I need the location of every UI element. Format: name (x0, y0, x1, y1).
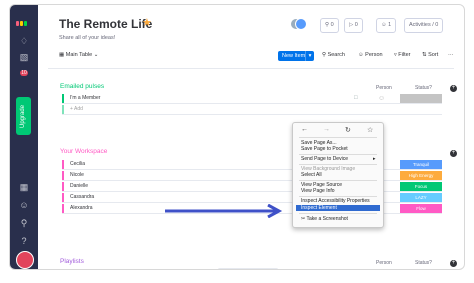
calendar-icon[interactable]: ▦ (17, 181, 31, 193)
browser-window: ♢ ▧ 10 Upgrade ▦ ☺ ⚲ ? The Remote Life ★… (9, 4, 465, 270)
add-column-button[interactable]: + (450, 85, 457, 92)
search-button[interactable]: ⚲ Search (322, 51, 345, 60)
left-rail: ♢ ▧ 10 Upgrade ▦ ☺ ⚲ ? (10, 5, 38, 269)
status-cell[interactable]: Flow (400, 204, 442, 213)
status-cell[interactable]: Tranquil (400, 160, 442, 169)
inbox-icon[interactable]: ▧ (17, 51, 31, 63)
menu-item-inspect-accessibility[interactable]: Inspect Accessibility Properties (301, 198, 370, 204)
group-title-playlists[interactable]: Playlists (60, 258, 84, 265)
bell-icon[interactable]: ♢ (17, 35, 31, 47)
pointer-arrow (165, 204, 283, 218)
board-area: The Remote Life ★ Share all of your idea… (38, 5, 464, 269)
group-title-emailed-pulses[interactable]: Emailed pulses (60, 83, 104, 90)
notification-badge: 10 (20, 70, 28, 76)
column-header-person[interactable]: Person (376, 260, 392, 266)
toolbar-divider (48, 68, 454, 69)
menu-item-select-all[interactable]: Select All (301, 172, 322, 178)
screenshot-icon: ✂ (301, 216, 306, 222)
table-row[interactable]: Danielle Focus (62, 182, 442, 192)
star-icon[interactable]: ★ (142, 16, 152, 29)
person-cell-icon[interactable]: ☺ (378, 94, 385, 103)
column-header-status[interactable]: Status? (415, 260, 432, 266)
members-button[interactable]: ☺ 1 (376, 18, 397, 33)
search-icon[interactable]: ⚲ (17, 217, 31, 229)
user-avatar[interactable] (16, 251, 34, 269)
activities-button[interactable]: Activities / 0 (404, 18, 444, 33)
table-row[interactable]: I'm a Member □ ☺ (62, 94, 442, 104)
back-icon[interactable]: ← (301, 126, 308, 136)
invite-button[interactable]: ⚲ 0 (320, 18, 339, 33)
person-filter-button[interactable]: ☺ Person (358, 51, 383, 60)
chat-icon[interactable]: □ (354, 94, 358, 103)
menu-item-inspect-element[interactable]: Inspect Element (296, 205, 380, 211)
updates-button[interactable]: ▷ 0 (344, 18, 363, 33)
forward-icon[interactable]: → (323, 126, 330, 136)
board-description[interactable]: Share all of your ideas! (59, 35, 115, 41)
menu-item-view-page-info[interactable]: View Page Info (301, 188, 335, 194)
reload-icon[interactable]: ↻ (345, 126, 351, 136)
column-header-person[interactable]: Person (376, 85, 392, 91)
menu-item-save-to-pocket[interactable]: Save Page to Pocket (301, 146, 348, 152)
chevron-down-icon[interactable]: ▾ (305, 51, 314, 61)
sort-button[interactable]: ⇅ Sort (422, 51, 438, 60)
help-icon[interactable]: ? (17, 235, 31, 247)
bookmark-icon[interactable]: ☆ (367, 126, 373, 136)
status-cell[interactable]: Focus (400, 182, 442, 191)
menu-item-take-screenshot[interactable]: ✂ Take a Screenshot (301, 216, 348, 222)
add-item-row[interactable]: + Add (62, 105, 442, 115)
main-table-view[interactable]: ▦ Main Table ⌄ (59, 51, 98, 60)
board-title[interactable]: The Remote Life (59, 17, 152, 31)
status-cell[interactable]: High Energy (400, 171, 442, 180)
table-row[interactable]: Nicole High Energy (62, 171, 442, 181)
board-members-avatars[interactable] (290, 18, 307, 30)
table-row[interactable]: Cassandra LAZY (62, 193, 442, 203)
add-column-button[interactable]: + (450, 260, 457, 267)
status-cell[interactable] (400, 94, 442, 103)
add-column-button[interactable]: + (450, 150, 457, 157)
column-header-status[interactable]: Status? (415, 85, 432, 91)
horizontal-scrollbar[interactable] (218, 268, 278, 269)
status-cell[interactable]: LAZY (400, 193, 442, 202)
more-options-button[interactable]: ··· (448, 51, 454, 60)
menu-item-send-to-device[interactable]: Send Page to Device ▸ (301, 156, 376, 162)
table-row[interactable]: Cecilia Tranquil (62, 160, 442, 170)
group-title-your-workspace[interactable]: Your Workspace (60, 148, 107, 155)
person-icon[interactable]: ☺ (17, 199, 31, 211)
upgrade-button[interactable]: Upgrade (16, 97, 31, 135)
new-item-button[interactable]: New Item ▾ (278, 51, 314, 61)
submenu-arrow-icon: ▸ (373, 156, 376, 162)
browser-context-menu: ← → ↻ ☆ Save Page As... Save Page to Poc… (292, 122, 384, 228)
filter-button[interactable]: ▿ Filter (394, 51, 411, 60)
monday-logo[interactable] (16, 13, 32, 26)
